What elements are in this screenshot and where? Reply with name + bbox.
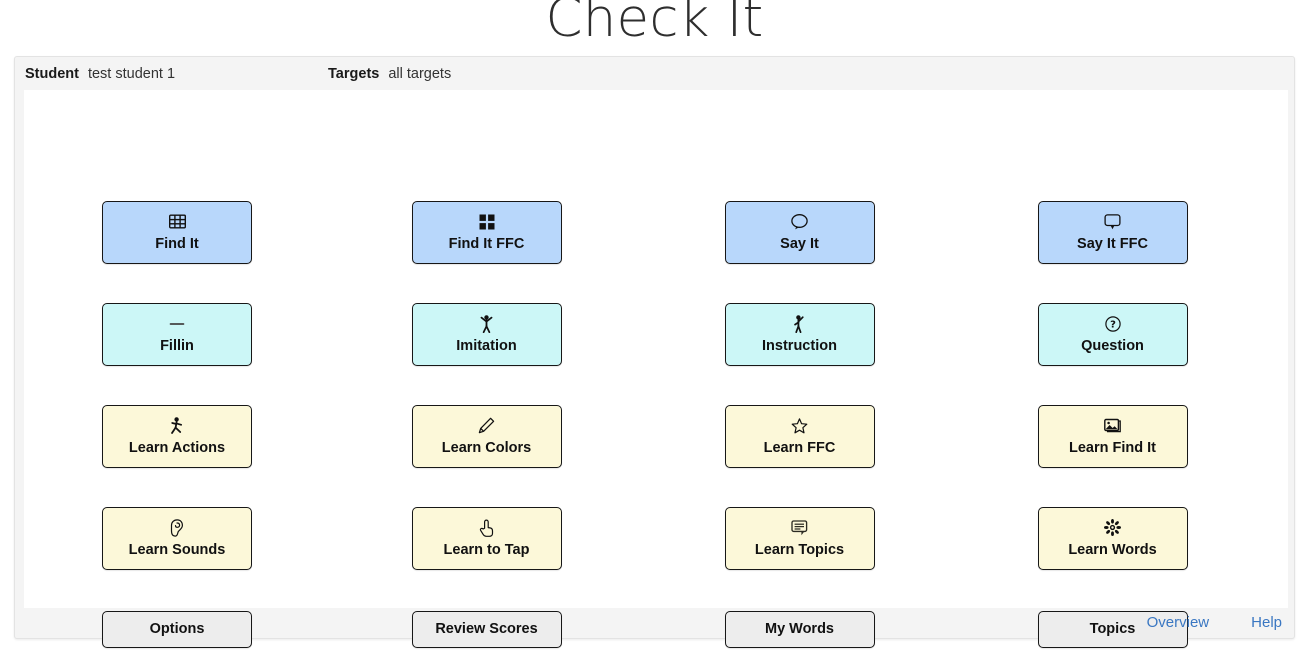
- footer-links: Overview Help: [15, 606, 1294, 638]
- button-panel: Find It Find It FFC Say It Say It FFC Fillin…: [24, 90, 1288, 648]
- dash-icon: [168, 315, 186, 333]
- button-label: Learn Words: [1068, 541, 1157, 558]
- main-card: Student test student 1 Targets all targe…: [14, 56, 1295, 648]
- activity-row: Find It Find It FFC Say It Say It FFC: [24, 201, 1288, 264]
- question-button[interactable]: ? Question: [1037, 303, 1188, 366]
- grid-cell: Learn Colors: [330, 405, 643, 468]
- activity-row: Learn Actions Learn Colors Learn FFC Learn …: [24, 405, 1288, 468]
- grid-cell: Learn Sounds: [24, 507, 330, 570]
- say-it-button[interactable]: Say It: [724, 201, 875, 264]
- svg-text:?: ?: [1110, 319, 1116, 330]
- learn-find-it-button[interactable]: Learn Find It: [1037, 405, 1188, 468]
- question-circle-icon: ?: [1104, 315, 1122, 333]
- button-label: Imitation: [456, 337, 517, 354]
- square-speech-bubble-icon: [1104, 213, 1122, 231]
- grid-cell: ? Question: [956, 303, 1269, 366]
- pencil-icon: [478, 417, 496, 435]
- grid-cell: Say It FFC: [956, 201, 1269, 264]
- button-label: Say It: [780, 235, 819, 252]
- round-speech-bubble-icon: [791, 213, 809, 231]
- button-label: Learn Colors: [441, 439, 532, 456]
- grid-cell: Imitation: [330, 303, 643, 366]
- grid-cell: Learn FFC: [643, 405, 956, 468]
- button-label: Say It FFC: [1077, 235, 1148, 252]
- pointing-hand-icon: [478, 519, 496, 537]
- fillin-button[interactable]: Fillin: [102, 303, 252, 366]
- walking-person-icon: [168, 416, 186, 435]
- grid-cell: Find It: [24, 201, 330, 264]
- table-grid-icon: [168, 213, 186, 231]
- person-one-arm-up-icon: [791, 314, 809, 333]
- grid-cell: Learn Find It: [956, 405, 1269, 468]
- button-label: Question: [1081, 337, 1144, 354]
- find-it-ffc-button[interactable]: Find It FFC: [411, 201, 562, 264]
- flower-rosette-icon: [1104, 519, 1122, 537]
- find-it-button[interactable]: Find It: [102, 201, 252, 264]
- learn-ffc-button[interactable]: Learn FFC: [724, 405, 875, 468]
- button-label: Instruction: [762, 337, 837, 354]
- grid-cell: Learn Words: [956, 507, 1269, 570]
- button-label: Find It: [155, 235, 199, 252]
- star-outline-icon: [791, 417, 809, 435]
- picture-icon: [1104, 417, 1122, 435]
- ear-icon: [168, 518, 186, 537]
- four-squares-icon: [478, 213, 496, 231]
- button-label: Learn Find It: [1069, 439, 1156, 456]
- targets-value[interactable]: all targets: [388, 66, 451, 82]
- activity-grid: Find It Find It FFC Say It Say It FFC Fillin…: [24, 90, 1288, 648]
- instruction-button[interactable]: Instruction: [724, 303, 875, 366]
- button-label: Learn Sounds: [128, 541, 226, 558]
- grid-cell: Learn Actions: [24, 405, 330, 468]
- button-label: Learn Actions: [128, 439, 226, 456]
- targets-field: Targets all targets: [328, 66, 451, 82]
- student-value[interactable]: test student 1: [88, 66, 175, 82]
- learn-colors-button[interactable]: Learn Colors: [411, 405, 562, 468]
- learn-topics-button[interactable]: Learn Topics: [724, 507, 875, 570]
- grid-cell: Fillin: [24, 303, 330, 366]
- button-label: Find It FFC: [448, 235, 525, 252]
- activity-row: Fillin Imitation Instruction? Question: [24, 303, 1288, 366]
- card-header: Student test student 1 Targets all targe…: [15, 57, 1294, 90]
- grid-cell: Say It: [643, 201, 956, 264]
- imitation-button[interactable]: Imitation: [411, 303, 562, 366]
- button-label: Learn Topics: [754, 541, 845, 558]
- help-link[interactable]: Help: [1251, 614, 1282, 631]
- overview-link[interactable]: Overview: [1147, 614, 1210, 631]
- button-label: Fillin: [160, 337, 194, 354]
- student-label: Student: [25, 65, 79, 82]
- learn-actions-button[interactable]: Learn Actions: [102, 405, 252, 468]
- grid-cell: Instruction: [643, 303, 956, 366]
- activity-row: Learn Sounds Learn to Tap Learn Topics Lear…: [24, 507, 1288, 570]
- targets-label: Targets: [328, 65, 380, 82]
- comment-lines-icon: [791, 519, 809, 537]
- button-label: Learn to Tap: [443, 541, 530, 558]
- grid-cell: Learn Topics: [643, 507, 956, 570]
- say-it-ffc-button[interactable]: Say It FFC: [1037, 201, 1188, 264]
- button-label: Learn FFC: [763, 439, 836, 456]
- student-field: Student test student 1: [25, 66, 175, 82]
- person-arms-up-icon: [478, 314, 496, 333]
- grid-cell: Learn to Tap: [330, 507, 643, 570]
- learn-to-tap-button[interactable]: Learn to Tap: [411, 507, 562, 570]
- page-title: Check It: [545, 0, 764, 49]
- learn-sounds-button[interactable]: Learn Sounds: [102, 507, 252, 570]
- learn-words-button[interactable]: Learn Words: [1037, 507, 1188, 570]
- grid-cell: Find It FFC: [330, 201, 643, 264]
